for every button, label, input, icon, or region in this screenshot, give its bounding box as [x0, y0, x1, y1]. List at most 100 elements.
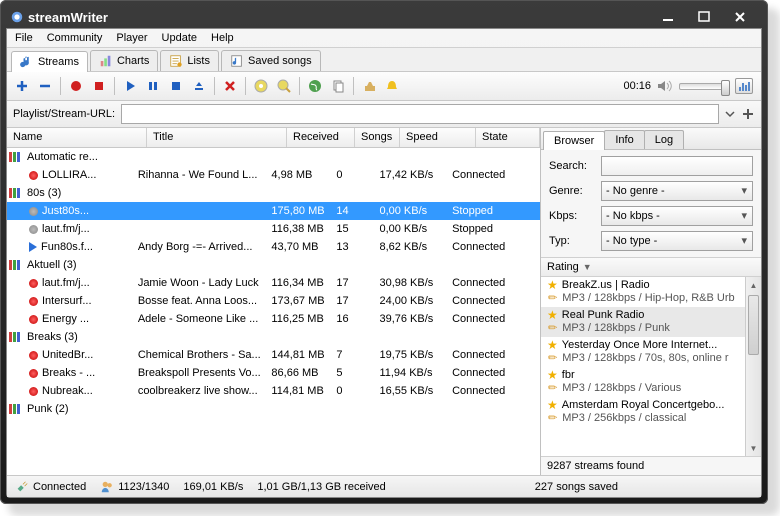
record-stop-button[interactable]	[88, 75, 110, 97]
tree-item[interactable]: Energy ...Adele - Someone Like ...116,25…	[7, 310, 540, 328]
browser-list[interactable]: ▲▼ ★BreakZ.us | Radio✎MP3 / 128kbps / Hi…	[541, 277, 761, 457]
copy-button[interactable]	[327, 75, 349, 97]
status-rate: 169,01 KB/s	[183, 481, 243, 493]
settings-button[interactable]	[358, 75, 380, 97]
typ-select[interactable]: - No type -	[601, 231, 753, 251]
menu-update[interactable]: Update	[162, 32, 197, 44]
status-dot	[29, 242, 37, 252]
group-icon	[9, 260, 23, 270]
remove-button[interactable]	[34, 75, 56, 97]
tree-group[interactable]: Aktuell (3)	[7, 256, 540, 274]
delete-button[interactable]	[219, 75, 241, 97]
typ-label: Typ:	[549, 235, 595, 247]
stop-button[interactable]	[165, 75, 187, 97]
browser-item[interactable]: ★Yesterday Once More Internet...✎MP3 / 1…	[541, 337, 745, 367]
url-label: Playlist/Stream-URL:	[13, 108, 115, 120]
right-tabs: Browser Info Log	[541, 128, 761, 150]
minimize-button[interactable]	[650, 8, 686, 26]
disc-edit-button[interactable]	[273, 75, 295, 97]
tab-charts[interactable]: Charts	[90, 50, 158, 71]
menu-file[interactable]: File	[15, 32, 33, 44]
browser-item[interactable]: ★Amsterdam Royal Concertgebo...✎MP3 / 25…	[541, 397, 745, 427]
close-button[interactable]	[722, 8, 758, 26]
col-state[interactable]: State	[476, 128, 540, 147]
tab-saved-songs[interactable]: Saved songs	[221, 50, 321, 71]
volume-slider[interactable]	[679, 83, 729, 90]
menu-community[interactable]: Community	[47, 32, 103, 44]
app-icon	[10, 10, 24, 24]
saved-icon	[230, 54, 244, 68]
disc-button[interactable]	[250, 75, 272, 97]
col-received[interactable]: Received	[287, 128, 355, 147]
genre-select[interactable]: - No genre -	[601, 181, 753, 201]
note-icon	[20, 55, 34, 69]
scrollbar[interactable]: ▲▼	[745, 277, 761, 456]
pen-icon: ✎	[547, 382, 561, 395]
status-dot	[29, 369, 38, 378]
add-button[interactable]	[11, 75, 33, 97]
globe-button[interactable]	[304, 75, 326, 97]
menu-player[interactable]: Player	[116, 32, 147, 44]
star-icon: ★	[547, 399, 558, 412]
column-headers: Name Title Received Songs Speed State	[7, 128, 540, 148]
url-dropdown-icon[interactable]	[725, 107, 735, 121]
pen-icon: ✎	[547, 322, 561, 335]
tree-group[interactable]: Breaks (3)	[7, 328, 540, 346]
tree-item[interactable]: laut.fm/j...Jamie Woon - Lady Luck116,34…	[7, 274, 540, 292]
tab-lists[interactable]: Lists	[160, 50, 219, 71]
col-speed[interactable]: Speed	[400, 128, 476, 147]
play-button[interactable]	[119, 75, 141, 97]
status-dot	[29, 387, 38, 396]
browser-item[interactable]: ★fbr✎MP3 / 128kbps / Various	[541, 367, 745, 397]
tree-group[interactable]: 80s (3)	[7, 184, 540, 202]
col-name[interactable]: Name	[7, 128, 147, 147]
col-title[interactable]: Title	[147, 128, 287, 147]
browser-item[interactable]: ★Real Punk Radio✎MP3 / 128kbps / Punk	[541, 307, 745, 337]
status-dot	[29, 279, 38, 288]
tree-group[interactable]: Automatic re...	[7, 148, 540, 166]
status-users: 1123/1340	[118, 481, 169, 493]
star-icon: ★	[547, 369, 558, 382]
toolbar: 00:16	[7, 72, 761, 101]
rtab-log[interactable]: Log	[644, 130, 684, 149]
rating-header[interactable]: Rating▼	[541, 258, 761, 277]
status-dot	[29, 315, 38, 324]
pen-icon: ✎	[547, 292, 561, 305]
tree-item[interactable]: Just80s...175,80 MB140,00 KB/sStopped	[7, 202, 540, 220]
tree-item[interactable]: Nubreak...coolbreakerz live show...114,8…	[7, 382, 540, 400]
kbps-select[interactable]: - No kbps -	[601, 206, 753, 226]
eject-button[interactable]	[188, 75, 210, 97]
star-icon: ★	[547, 279, 558, 292]
bell-button[interactable]	[381, 75, 403, 97]
group-icon	[9, 152, 23, 162]
rtab-browser[interactable]: Browser	[543, 131, 605, 150]
status-dot	[29, 207, 38, 216]
equalizer-button[interactable]	[735, 78, 753, 94]
col-songs[interactable]: Songs	[355, 128, 400, 147]
tree-item[interactable]: laut.fm/j...116,38 MB150,00 KB/sStopped	[7, 220, 540, 238]
menu-bar: File Community Player Update Help	[7, 29, 761, 48]
status-bar: Connected 1123/1340 169,01 KB/s 1,01 GB/…	[7, 475, 761, 497]
titlebar: streamWriter	[6, 6, 762, 28]
pause-button[interactable]	[142, 75, 164, 97]
rtab-info[interactable]: Info	[604, 130, 644, 149]
tree-item[interactable]: Fun80s.f...Andy Borg -=- Arrived...43,70…	[7, 238, 540, 256]
url-add-button[interactable]	[741, 107, 755, 121]
tree-group[interactable]: Punk (2)	[7, 400, 540, 418]
tree-item[interactable]: UnitedBr...Chemical Brothers - Sa...144,…	[7, 346, 540, 364]
url-input[interactable]	[121, 104, 719, 124]
star-icon: ★	[547, 309, 558, 322]
search-input[interactable]	[601, 156, 753, 176]
tree-item[interactable]: Intersurf...Bosse feat. Anna Loos...173,…	[7, 292, 540, 310]
tree-item[interactable]: Breaks - ...Breakspoll Presents Vo...86,…	[7, 364, 540, 382]
menu-help[interactable]: Help	[211, 32, 234, 44]
tree-item[interactable]: LOLLIRA...Rihanna - We Found L...4,98 MB…	[7, 166, 540, 184]
toolbar-time: 00:16	[623, 80, 651, 92]
tab-streams[interactable]: Streams	[11, 51, 88, 72]
stream-tree[interactable]: Automatic re...LOLLIRA...Rihanna - We Fo…	[7, 148, 540, 475]
status-saved: 227 songs saved	[535, 481, 618, 493]
browser-item[interactable]: ★BreakZ.us | Radio✎MP3 / 128kbps / Hip-H…	[541, 277, 745, 307]
chart-icon	[99, 54, 113, 68]
maximize-button[interactable]	[686, 8, 722, 26]
record-button[interactable]	[65, 75, 87, 97]
